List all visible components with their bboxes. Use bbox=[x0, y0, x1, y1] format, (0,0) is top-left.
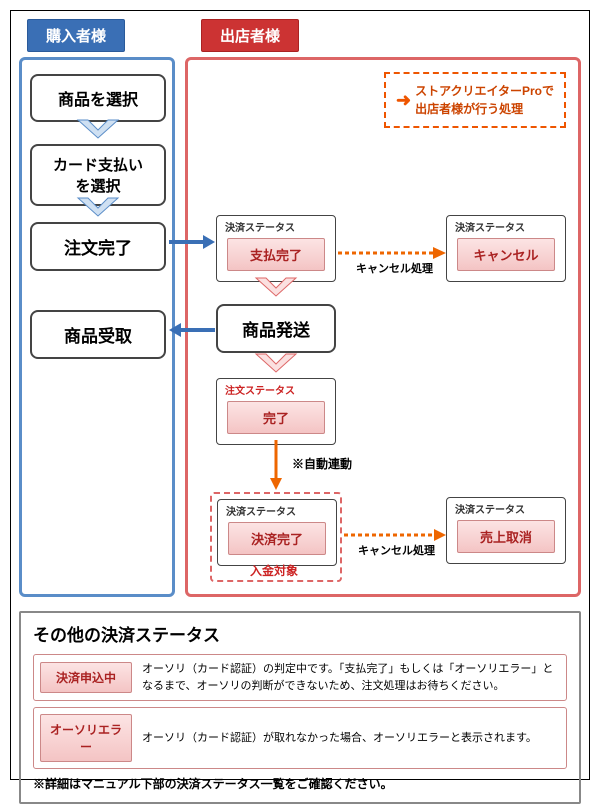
revoke-status-frame: 決済ステータス 売上取消 bbox=[446, 497, 566, 564]
pay-done-status: 支払完了 bbox=[227, 238, 325, 271]
status-auth-error-desc: オーソリ（カード認証）が取れなかった場合、オーソリエラーと表示されます。 bbox=[142, 730, 537, 747]
diagram-container: 購入者様 出店者様 商品を選択 カード支払い を選択 注文完了 商品受取 ➜スト… bbox=[10, 10, 590, 780]
legend-box: ➜ストアクリエイターProで 出店者様が行う処理 bbox=[384, 72, 566, 128]
arrow-right-icon: ➜ bbox=[396, 90, 411, 110]
cancel-process-label: キャンセル処理 bbox=[356, 260, 433, 276]
deposit-group: 決済ステータス 決済完了 入金対象 bbox=[210, 492, 342, 582]
cancel-status-frame: 決済ステータス キャンセル bbox=[446, 215, 566, 282]
status-label: 注文ステータス bbox=[225, 382, 295, 397]
chevron-down-icon bbox=[254, 276, 298, 303]
chevron-down-icon bbox=[76, 118, 120, 145]
status-pending: 決済申込中 bbox=[40, 662, 132, 693]
settle-done-status: 決済完了 bbox=[228, 522, 326, 555]
status-pending-desc: オーソリ（カード認証）の判定中です。「支払完了」もしくは「オーソリエラー」となる… bbox=[142, 661, 560, 694]
seller-title: 出店者様 bbox=[201, 19, 299, 52]
ship-step: 商品発送 bbox=[216, 304, 336, 353]
status-label: 決済ステータス bbox=[226, 503, 296, 518]
chevron-down-icon bbox=[76, 196, 120, 223]
status-label: 決済ステータス bbox=[455, 219, 525, 234]
buyer-title: 購入者様 bbox=[27, 19, 125, 52]
deposit-note: 入金対象 bbox=[250, 562, 298, 579]
chevron-down-icon bbox=[254, 352, 298, 379]
cancel-status: キャンセル bbox=[457, 238, 555, 271]
status-label: 決済ステータス bbox=[455, 501, 525, 516]
order-status-frame: 注文ステータス 完了 bbox=[216, 378, 336, 445]
cancel-process-label-2: キャンセル処理 bbox=[358, 542, 435, 558]
pay-status-frame: 決済ステータス 支払完了 bbox=[216, 215, 336, 282]
buyer-column: 商品を選択 カード支払い を選択 注文完了 商品受取 bbox=[19, 57, 175, 597]
arrow-left-icon bbox=[169, 321, 215, 344]
footer-panel: その他の決済ステータス 決済申込中 オーソリ（カード認証）の判定中です。「支払完… bbox=[19, 611, 581, 804]
arrow-down-icon bbox=[268, 440, 284, 495]
auto-link-label: ※自動連動 bbox=[292, 455, 352, 472]
buyer-step-1: 商品を選択 bbox=[30, 74, 166, 122]
footer-note: ※詳細はマニュアル下部の決済ステータス一覧をご確認ください。 bbox=[33, 775, 567, 792]
footer-row: 決済申込中 オーソリ（カード認証）の判定中です。「支払完了」もしくは「オーソリエ… bbox=[33, 654, 567, 701]
footer-row: オーソリエラー オーソリ（カード認証）が取れなかった場合、オーソリエラーと表示さ… bbox=[33, 707, 567, 769]
status-auth-error: オーソリエラー bbox=[40, 714, 132, 762]
footer-title: その他の決済ステータス bbox=[33, 621, 567, 646]
order-done-status: 完了 bbox=[227, 401, 325, 434]
buyer-step-4: 商品受取 bbox=[30, 310, 166, 359]
status-label: 決済ステータス bbox=[225, 219, 295, 234]
arrow-right-icon bbox=[169, 233, 215, 256]
revoke-status: 売上取消 bbox=[457, 520, 555, 553]
buyer-step-3: 注文完了 bbox=[30, 222, 166, 271]
legend-text: ストアクリエイターProで 出店者様が行う処理 bbox=[415, 82, 554, 118]
seller-column: ➜ストアクリエイターProで 出店者様が行う処理 決済ステータス 支払完了 決済… bbox=[185, 57, 581, 597]
